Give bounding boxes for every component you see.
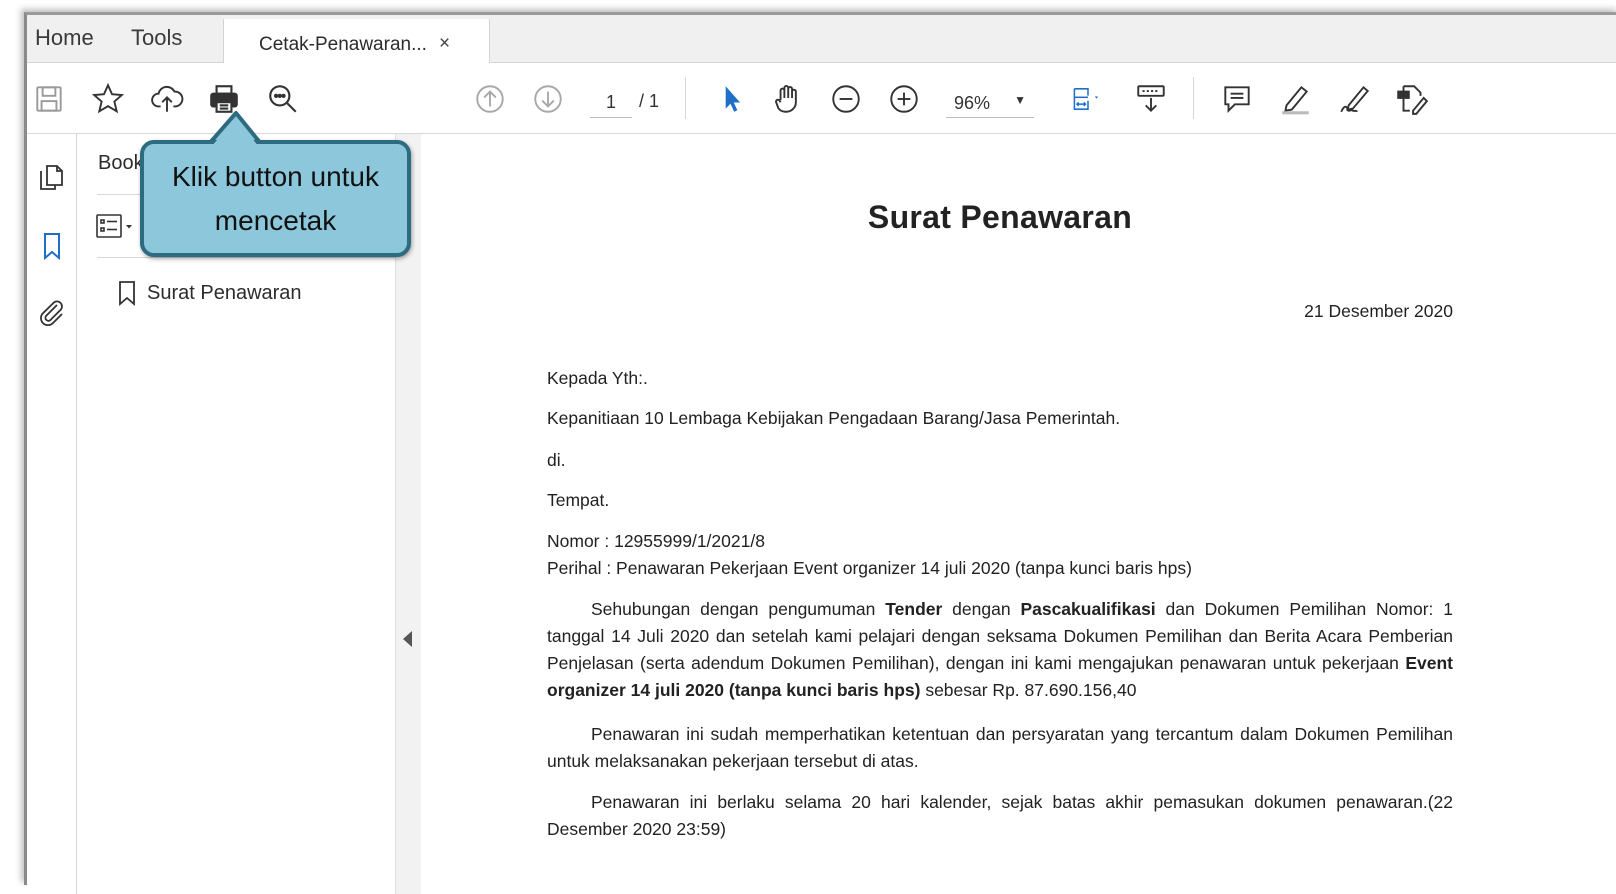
paragraph-2: Penawaran ini sudah memperhatikan ketent… bbox=[547, 724, 1453, 771]
document-date: 21 Desember 2020 bbox=[1304, 301, 1453, 321]
toolbar-divider bbox=[685, 77, 686, 119]
page-number-input[interactable]: 1 bbox=[590, 89, 632, 118]
para1-text-1: Sehubungan dengan pengumuman bbox=[591, 599, 886, 619]
callout-line-2: mencetak bbox=[214, 204, 337, 236]
scroll-mode-icon[interactable] bbox=[1131, 79, 1171, 119]
collapse-panel-icon[interactable] bbox=[403, 631, 412, 647]
tempat-line: Tempat. bbox=[547, 490, 610, 510]
edit-icon[interactable] bbox=[1392, 79, 1432, 119]
bookmark-options-button[interactable] bbox=[95, 212, 135, 242]
tab-bar: Home Tools Cetak-Penawaran... × bbox=[27, 15, 1616, 63]
zoom-level-select[interactable]: 96% ▼ bbox=[946, 87, 1034, 118]
perihal-line: Perihal : Penawaran Pekerjaan Event orga… bbox=[547, 558, 1192, 578]
bookmark-item[interactable]: Surat Penawaran bbox=[117, 278, 302, 308]
tab-home[interactable]: Home bbox=[35, 25, 94, 51]
select-cursor-icon[interactable] bbox=[711, 79, 751, 119]
para1-text-2: dengan bbox=[942, 599, 1021, 619]
zoom-in-icon[interactable] bbox=[884, 79, 924, 119]
tab-document[interactable]: Cetak-Penawaran... × bbox=[223, 19, 490, 63]
hand-icon[interactable] bbox=[768, 79, 808, 119]
left-rail bbox=[27, 134, 77, 894]
organization-line: Kepanitiaan 10 Lembaga Kebijakan Pengada… bbox=[547, 408, 1121, 428]
prev-page-icon[interactable] bbox=[470, 79, 510, 119]
cloud-upload-icon[interactable] bbox=[147, 79, 187, 119]
highlight-icon[interactable] bbox=[1275, 79, 1315, 119]
bookmark-icon bbox=[119, 281, 135, 306]
bookmark-label: Surat Penawaran bbox=[147, 281, 302, 304]
tab-tools[interactable]: Tools bbox=[131, 25, 182, 51]
nomor-line: Nomor : 12955999/1/2021/8 bbox=[547, 531, 765, 551]
chevron-down-icon: ▼ bbox=[1014, 93, 1026, 107]
document-tab-label: Cetak-Penawaran... bbox=[259, 34, 427, 55]
toolbar: 1 / 1 96% ▼ bbox=[27, 63, 1616, 134]
page-thumbnails-icon[interactable] bbox=[32, 158, 72, 198]
search-zoom-icon[interactable] bbox=[263, 79, 303, 119]
para1-bold-2: Pascakualifikasi bbox=[1020, 599, 1156, 619]
attachment-icon[interactable] bbox=[32, 292, 72, 332]
next-page-icon[interactable] bbox=[528, 79, 568, 119]
toolbar-divider-2 bbox=[1193, 77, 1194, 119]
print-icon[interactable] bbox=[204, 79, 244, 119]
save-icon[interactable] bbox=[29, 79, 69, 119]
paragraph-1: Sehubungan dengan pengumuman Tender deng… bbox=[547, 596, 1453, 704]
fit-page-icon[interactable] bbox=[1063, 79, 1113, 119]
paragraph-3: Penawaran ini berlaku selama 20 hari kal… bbox=[547, 792, 1453, 839]
document-title: Surat Penawaran bbox=[867, 199, 1133, 235]
para1-bold-1: Tender bbox=[885, 599, 943, 619]
bookmark-panel-icon[interactable] bbox=[32, 226, 72, 266]
di-line: di. bbox=[547, 450, 566, 470]
zoom-out-icon[interactable] bbox=[826, 79, 866, 119]
close-tab-icon[interactable]: × bbox=[439, 33, 450, 55]
page-total: / 1 bbox=[639, 91, 660, 111]
document-view: Surat Penawaran 21 Desember 2020 Kepada … bbox=[421, 134, 1616, 894]
star-icon[interactable] bbox=[88, 79, 128, 119]
panel-divider-2 bbox=[97, 257, 395, 258]
zoom-level-value: 96% bbox=[954, 93, 991, 113]
recipient-line: Kepada Yth:. bbox=[547, 368, 648, 388]
para1-text-4: sebesar Rp. 87.690.156,40 bbox=[920, 680, 1137, 700]
callout-line-1: Klik button untuk bbox=[171, 160, 380, 192]
comment-icon[interactable] bbox=[1217, 79, 1257, 119]
sign-icon[interactable] bbox=[1335, 79, 1375, 119]
instruction-callout: Klik button untuk mencetak bbox=[140, 140, 411, 257]
